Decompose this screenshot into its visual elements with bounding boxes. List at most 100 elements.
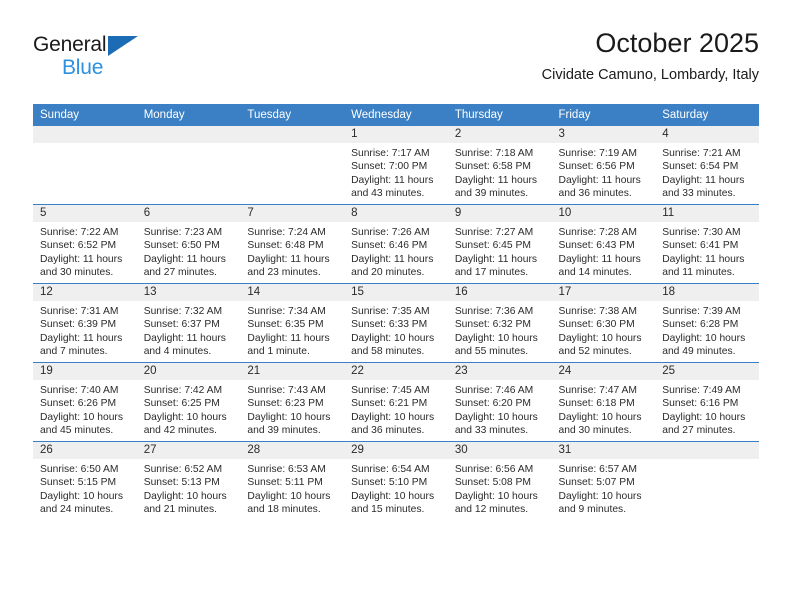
day-details: Sunrise: 7:43 AM Sunset: 6:23 PM Dayligh…: [240, 380, 344, 438]
sunrise-text: Sunrise: 7:32 AM: [143, 306, 223, 317]
day-number: 23: [447, 363, 552, 380]
calendar-day-cell[interactable]: 23 Sunrise: 7:46 AM Sunset: 6:20 PM Dayl…: [447, 362, 552, 442]
day-number: 10: [551, 205, 656, 222]
day-number: 8: [344, 205, 448, 222]
daylight-text-line1: Daylight: 10 hours: [662, 332, 746, 344]
daylight-text-line2: and 7 minutes.: [40, 346, 108, 358]
calendar-day-cell[interactable]: 15 Sunrise: 7:35 AM Sunset: 6:33 PM Dayl…: [344, 283, 448, 363]
calendar-day-cell[interactable]: 3 Sunrise: 7:19 AM Sunset: 6:56 PM Dayli…: [551, 126, 656, 205]
calendar-day-cell[interactable]: 22 Sunrise: 7:45 AM Sunset: 6:21 PM Dayl…: [344, 362, 448, 442]
daylight-text-line1: Daylight: 10 hours: [351, 332, 435, 344]
sunrise-text: Sunrise: 6:54 AM: [351, 464, 430, 475]
sunset-text: Sunset: 6:20 PM: [454, 398, 531, 410]
calendar-day-cell[interactable]: 8 Sunrise: 7:26 AM Sunset: 6:46 PM Dayli…: [344, 204, 448, 284]
day-number: 20: [136, 363, 241, 380]
calendar-day-cell[interactable]: 14 Sunrise: 7:34 AM Sunset: 6:35 PM Dayl…: [240, 283, 345, 363]
sunrise-text: Sunrise: 7:23 AM: [143, 227, 223, 238]
calendar-day-cell[interactable]: 24 Sunrise: 7:47 AM Sunset: 6:18 PM Dayl…: [551, 362, 656, 442]
calendar-day-cell[interactable]: 17 Sunrise: 7:38 AM Sunset: 6:30 PM Dayl…: [551, 283, 656, 363]
calendar-day-cell[interactable]: 30 Sunrise: 6:56 AM Sunset: 5:08 PM Dayl…: [447, 441, 552, 520]
sunset-text: Sunset: 7:00 PM: [351, 161, 428, 173]
calendar-table: Sunday Monday Tuesday Wednesday Thursday…: [33, 104, 759, 520]
daylight-text-line1: Daylight: 11 hours: [247, 253, 330, 265]
logo-text-general: General: [33, 34, 213, 56]
calendar-day-cell[interactable]: 26 Sunrise: 6:50 AM Sunset: 5:15 PM Dayl…: [33, 441, 137, 520]
page-title: October 2025: [595, 28, 759, 58]
daylight-text-line2: and 42 minutes.: [143, 425, 217, 437]
daylight-text-line2: and 52 minutes.: [558, 346, 632, 358]
calendar-day-cell[interactable]: 4 Sunrise: 7:21 AM Sunset: 6:54 PM Dayli…: [655, 126, 759, 205]
day-details: Sunrise: 7:27 AM Sunset: 6:45 PM Dayligh…: [448, 222, 552, 280]
calendar-day-cell[interactable]: 7 Sunrise: 7:24 AM Sunset: 6:48 PM Dayli…: [240, 204, 345, 284]
calendar-day-cell[interactable]: 18 Sunrise: 7:39 AM Sunset: 6:28 PM Dayl…: [655, 283, 759, 363]
weekday-header-row: Sunday Monday Tuesday Wednesday Thursday…: [33, 104, 759, 126]
sunset-text: Sunset: 6:48 PM: [247, 240, 324, 252]
calendar-week-row: 26 Sunrise: 6:50 AM Sunset: 5:15 PM Dayl…: [33, 441, 759, 520]
daylight-text-line1: Daylight: 11 hours: [454, 253, 538, 265]
logo-general-label: General: [33, 33, 107, 56]
sunset-text: Sunset: 6:23 PM: [247, 398, 324, 410]
day-details: Sunrise: 7:28 AM Sunset: 6:43 PM Dayligh…: [552, 222, 656, 280]
general-blue-logo: General Blue: [33, 34, 213, 90]
daylight-text-line1: Daylight: 11 hours: [351, 174, 434, 186]
day-number: 24: [551, 363, 656, 380]
daylight-text-line2: and 39 minutes.: [454, 188, 529, 200]
calendar-day-cell[interactable]: 21 Sunrise: 7:43 AM Sunset: 6:23 PM Dayl…: [240, 362, 345, 442]
daylight-text-line1: Daylight: 11 hours: [143, 253, 226, 265]
day-details: Sunrise: 7:17 AM Sunset: 7:00 PM Dayligh…: [344, 143, 448, 201]
day-number: 18: [655, 284, 759, 301]
sunset-text: Sunset: 5:07 PM: [558, 477, 635, 489]
calendar-day-cell[interactable]: 11 Sunrise: 7:30 AM Sunset: 6:41 PM Dayl…: [655, 204, 759, 284]
daylight-text-line1: Daylight: 10 hours: [454, 332, 538, 344]
day-details: Sunrise: 7:19 AM Sunset: 6:56 PM Dayligh…: [552, 143, 656, 201]
day-number: 1: [344, 126, 448, 143]
daylight-text-line2: and 39 minutes.: [247, 425, 321, 437]
sunset-text: Sunset: 6:56 PM: [558, 161, 635, 173]
day-number: 11: [655, 205, 759, 222]
calendar-day-cell[interactable]: 5 Sunrise: 7:22 AM Sunset: 6:52 PM Dayli…: [33, 204, 137, 284]
day-details: Sunrise: 7:18 AM Sunset: 6:58 PM Dayligh…: [448, 143, 552, 201]
calendar-day-cell[interactable]: 25 Sunrise: 7:49 AM Sunset: 6:16 PM Dayl…: [655, 362, 759, 442]
sunset-text: Sunset: 6:32 PM: [454, 319, 531, 331]
calendar-week-row: 12 Sunrise: 7:31 AM Sunset: 6:39 PM Dayl…: [33, 283, 759, 363]
calendar-day-cell[interactable]: 9 Sunrise: 7:27 AM Sunset: 6:45 PM Dayli…: [447, 204, 552, 284]
day-number: 29: [344, 442, 448, 459]
weekday-header-monday: Monday: [136, 104, 241, 126]
calendar-day-cell[interactable]: 2 Sunrise: 7:18 AM Sunset: 6:58 PM Dayli…: [447, 126, 552, 205]
calendar-day-cell[interactable]: 6 Sunrise: 7:23 AM Sunset: 6:50 PM Dayli…: [136, 204, 241, 284]
calendar-page: General Blue October 2025 Cividate Camun…: [0, 0, 792, 612]
calendar-day-cell[interactable]: 1 Sunrise: 7:17 AM Sunset: 7:00 PM Dayli…: [344, 126, 448, 205]
calendar-day-cell[interactable]: 27 Sunrise: 6:52 AM Sunset: 5:13 PM Dayl…: [136, 441, 241, 520]
daylight-text-line1: Daylight: 10 hours: [558, 411, 642, 423]
calendar-day-cell[interactable]: 20 Sunrise: 7:42 AM Sunset: 6:25 PM Dayl…: [136, 362, 241, 442]
day-details: Sunrise: 7:31 AM Sunset: 6:39 PM Dayligh…: [33, 301, 137, 359]
title-block: October 2025 Cividate Camuno, Lombardy, …: [542, 26, 759, 86]
calendar-day-cell[interactable]: 28 Sunrise: 6:53 AM Sunset: 5:11 PM Dayl…: [240, 441, 345, 520]
calendar-day-cell: [33, 126, 137, 205]
sunset-text: Sunset: 6:21 PM: [351, 398, 428, 410]
logo-triangle-icon: [108, 36, 138, 56]
daylight-text-line1: Daylight: 10 hours: [40, 490, 123, 502]
sunrise-text: Sunrise: 7:27 AM: [454, 227, 534, 238]
day-number: 22: [344, 363, 448, 380]
calendar-day-cell[interactable]: 16 Sunrise: 7:36 AM Sunset: 6:32 PM Dayl…: [447, 283, 552, 363]
calendar-header-row: Sunday Monday Tuesday Wednesday Thursday…: [33, 104, 759, 126]
calendar-day-cell[interactable]: 29 Sunrise: 6:54 AM Sunset: 5:10 PM Dayl…: [344, 441, 448, 520]
daylight-text-line1: Daylight: 10 hours: [558, 490, 642, 502]
daylight-text-line2: and 1 minute.: [247, 346, 310, 358]
daylight-text-line1: Daylight: 11 hours: [40, 253, 123, 265]
calendar-day-cell[interactable]: 13 Sunrise: 7:32 AM Sunset: 6:37 PM Dayl…: [136, 283, 241, 363]
calendar-day-cell[interactable]: 19 Sunrise: 7:40 AM Sunset: 6:26 PM Dayl…: [33, 362, 137, 442]
daylight-text-line2: and 14 minutes.: [558, 267, 632, 279]
daylight-text-line2: and 49 minutes.: [662, 346, 736, 358]
sunset-text: Sunset: 6:52 PM: [40, 240, 117, 252]
sunset-text: Sunset: 6:41 PM: [662, 240, 739, 252]
sunrise-text: Sunrise: 6:52 AM: [143, 464, 223, 475]
calendar-day-cell[interactable]: 31 Sunrise: 6:57 AM Sunset: 5:07 PM Dayl…: [551, 441, 656, 520]
daylight-text-line2: and 4 minutes.: [143, 346, 212, 358]
calendar-day-cell[interactable]: 12 Sunrise: 7:31 AM Sunset: 6:39 PM Dayl…: [33, 283, 137, 363]
day-number: [655, 442, 759, 459]
calendar-day-cell[interactable]: 10 Sunrise: 7:28 AM Sunset: 6:43 PM Dayl…: [551, 204, 656, 284]
day-details: Sunrise: 6:53 AM Sunset: 5:11 PM Dayligh…: [240, 459, 344, 517]
daylight-text-line1: Daylight: 11 hours: [662, 253, 745, 265]
